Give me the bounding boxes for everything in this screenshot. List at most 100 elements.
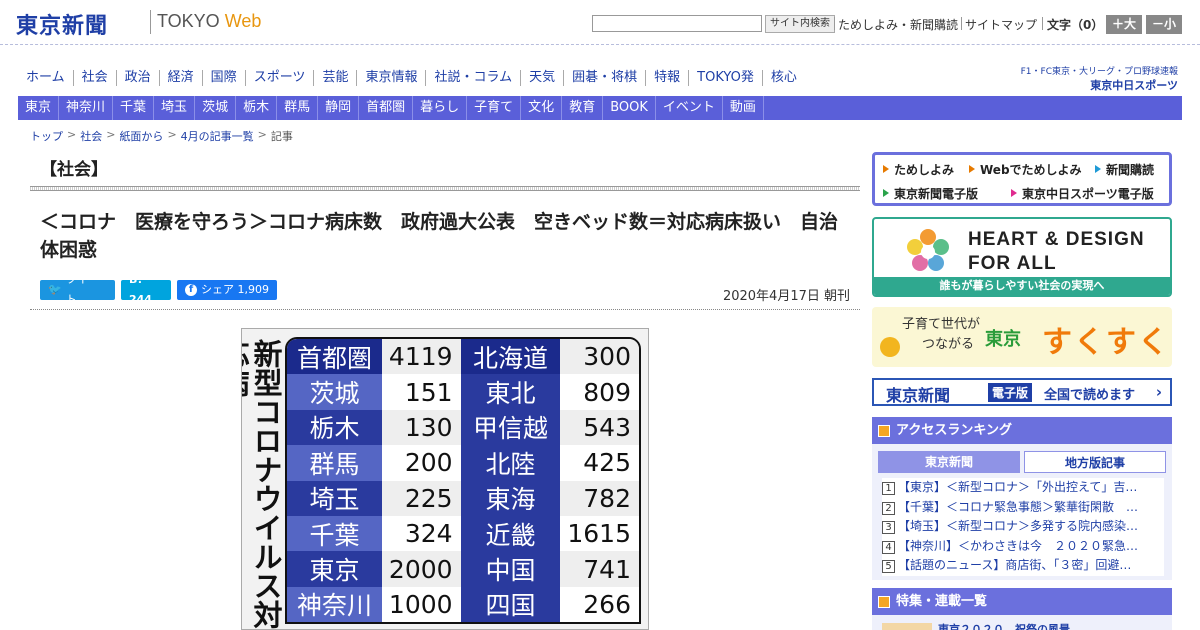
nav2-parenting[interactable]: 子育て	[467, 96, 522, 120]
tweet-button[interactable]: 🐦 ツイート	[40, 273, 115, 306]
nav-economy[interactable]: 経済	[160, 70, 203, 86]
ranking-item[interactable]: 3 【埼玉】＜新型コロナ＞多発する院内感染…	[882, 517, 1164, 537]
sitemap-link[interactable]: サイトマップ	[965, 16, 1037, 33]
table-row: 埼玉 225 東海 782	[287, 480, 639, 516]
font-bigger-button[interactable]: ＋大	[1106, 15, 1142, 34]
nav2-chiba[interactable]: 千葉	[113, 96, 155, 120]
nav-home[interactable]: ホーム	[18, 70, 74, 86]
article-headline: ＜コロナ 医療を守ろう＞コロナ病床数 政府過大公表 空きベッド数＝対応病床扱い …	[40, 211, 839, 261]
facebook-icon: f	[185, 284, 197, 296]
features-header: 特集・連載一覧	[872, 588, 1172, 615]
flower-icon	[880, 337, 900, 357]
logo-tokyo-text: TOKYO	[157, 11, 220, 31]
ranking-item[interactable]: 4 【神奈川】＜かわさきは今 ２０２０緊急…	[882, 537, 1164, 557]
quick-link-trial[interactable]: ためしよみ	[883, 161, 954, 178]
nav-go-shogi[interactable]: 囲碁・将棋	[564, 70, 647, 86]
table-row: 栃木 130 甲信越 543	[287, 409, 639, 446]
arrow-icon	[883, 189, 889, 197]
tab-tokyo-shimbun[interactable]: 東京新聞	[878, 451, 1020, 473]
table-row: 首都圏 4119 北海道 300	[287, 339, 639, 375]
quick-link-web-trial[interactable]: Webでためしよみ	[969, 161, 1082, 178]
heart-design-title: HEART & DESIGN	[968, 229, 1145, 250]
tab-local-articles[interactable]: 地方版記事	[1024, 451, 1166, 473]
region-name: 千葉	[287, 515, 383, 552]
site-logo[interactable]: 東京新聞	[16, 8, 108, 40]
facebook-share-button[interactable]: f シェア 1,909	[177, 280, 277, 300]
nav-kakushin[interactable]: 核心	[763, 70, 805, 86]
ranking-item-title: 【埼玉】＜新型コロナ＞多発する院内感染…	[898, 519, 1139, 533]
nav2-shizuoka[interactable]: 静岡	[318, 96, 360, 120]
nav-international[interactable]: 国際	[203, 70, 246, 86]
tokyo-web-logo[interactable]: TOKYO Web	[157, 11, 261, 32]
nav2-culture[interactable]: 文化	[521, 96, 563, 120]
square-bullet-icon	[878, 596, 890, 608]
features-title: 特集・連載一覧	[896, 594, 988, 609]
nav-society[interactable]: 社会	[74, 70, 117, 86]
region-name: 中国	[460, 551, 561, 587]
breadcrumb-from-paper[interactable]: 紙面から	[119, 128, 163, 144]
quick-link-subscribe[interactable]: 新聞購読	[1095, 161, 1154, 178]
nav-tokyo-info[interactable]: 東京情報	[357, 70, 427, 86]
rank-number: 4	[882, 540, 895, 554]
divider	[961, 17, 962, 30]
nav-editorial[interactable]: 社説・コラム	[426, 70, 522, 86]
breadcrumb-society[interactable]: 社会	[80, 128, 102, 144]
nav2-saitama[interactable]: 埼玉	[154, 96, 196, 120]
heart-design-tagline: 誰もが暮らしやすい社会の実現へ	[874, 277, 1170, 295]
nav-weather[interactable]: 天気	[521, 70, 565, 86]
quick-link-chunichi-epaper[interactable]: 東京中日スポーツ電子版	[1011, 185, 1154, 202]
region-name: 群馬	[287, 445, 383, 481]
ranking-item[interactable]: 1 【東京】＜新型コロナ＞「外出控えて」吉…	[882, 478, 1164, 498]
promo-line2: 東京中日スポーツ	[1090, 79, 1178, 92]
nav2-gunma[interactable]: 群馬	[277, 96, 319, 120]
nav-sports[interactable]: スポーツ	[246, 70, 315, 86]
nav2-book[interactable]: BOOK	[603, 96, 656, 120]
table-row: 東京 2000 中国 741	[287, 551, 639, 587]
epaper-banner[interactable]: 東京新聞 電子版 全国で読めます ›	[872, 378, 1172, 406]
ranking-header: アクセスランキング	[872, 417, 1172, 444]
feature-item-title[interactable]: 東京２０２０ 祝祭の風景	[938, 621, 1070, 630]
nav2-living[interactable]: 暮らし	[413, 96, 468, 120]
breadcrumb-april-list[interactable]: 4月の記事一覧	[181, 128, 254, 144]
bed-count: 741	[560, 551, 639, 587]
region-name: 東京	[287, 551, 383, 587]
nav2-education[interactable]: 教育	[562, 96, 604, 120]
quick-link-epaper[interactable]: 東京新聞電子版	[883, 185, 978, 202]
nav-tokyo-hatsu[interactable]: TOKYO発	[689, 70, 763, 86]
nav-politics[interactable]: 政治	[117, 70, 160, 86]
hatena-bookmark-button[interactable]: B! 244	[121, 273, 171, 306]
table-row: 千葉 324 近畿 1615	[287, 515, 639, 552]
rank-number: 3	[882, 521, 895, 534]
nav2-ibaraki[interactable]: 茨城	[195, 96, 237, 120]
arrow-icon	[1011, 189, 1017, 197]
ranking-item[interactable]: 5 【話題のニュース】商店街、「３密」回避…	[882, 556, 1164, 576]
nav2-video[interactable]: 動画	[723, 96, 764, 120]
sukusuku-tokyo: 東京	[985, 329, 1021, 350]
quick-link-label: ためしよみ	[894, 163, 955, 177]
font-smaller-button[interactable]: －小	[1146, 15, 1182, 34]
nav2-kanagawa[interactable]: 神奈川	[59, 96, 114, 120]
nav2-shutoken[interactable]: 首都圏	[359, 96, 414, 120]
sukusuku-tagline: 子育て世代が つながる	[902, 315, 980, 355]
tokyo-sukusuku-banner[interactable]: 子育て世代が つながる 東京 すくすく	[872, 307, 1172, 367]
feature-thumbnail[interactable]	[882, 623, 932, 630]
heart-design-logo-icon	[907, 229, 949, 271]
nav2-tochigi[interactable]: 栃木	[236, 96, 278, 120]
nav-entertainment[interactable]: 芸能	[314, 70, 358, 86]
chunichi-sports-promo[interactable]: F1・FC東京・大リーグ・プロ野球速報 東京中日スポーツ	[1021, 64, 1178, 93]
trial-subscribe-link[interactable]: ためしよみ・新聞購読	[838, 16, 958, 33]
nav2-event[interactable]: イベント	[656, 96, 723, 120]
table-row: 茨城 151 東北 809	[287, 374, 639, 410]
quick-links-box: ためしよみ Webでためしよみ 新聞購読 東京新聞電子版 東京中日スポーツ電子版	[872, 152, 1172, 206]
breadcrumb-top[interactable]: トップ	[30, 128, 63, 144]
bed-count: 151	[382, 374, 461, 410]
breadcrumb-current: 記事	[270, 130, 293, 143]
heart-design-subtitle: FOR ALL	[968, 253, 1057, 274]
bed-count: 225	[382, 480, 461, 516]
heart-design-banner[interactable]: HEART & DESIGN FOR ALL 誰もが暮らしやすい社会の実現へ	[872, 217, 1172, 297]
search-input[interactable]	[592, 15, 762, 32]
ranking-item[interactable]: 2 【千葉】＜コロナ緊急事態＞繁華街閑散 …	[882, 498, 1164, 518]
search-button[interactable]: サイト内検索	[765, 15, 835, 33]
nav2-tokyo[interactable]: 東京	[18, 96, 60, 120]
nav-special-report[interactable]: 特報	[646, 70, 690, 86]
